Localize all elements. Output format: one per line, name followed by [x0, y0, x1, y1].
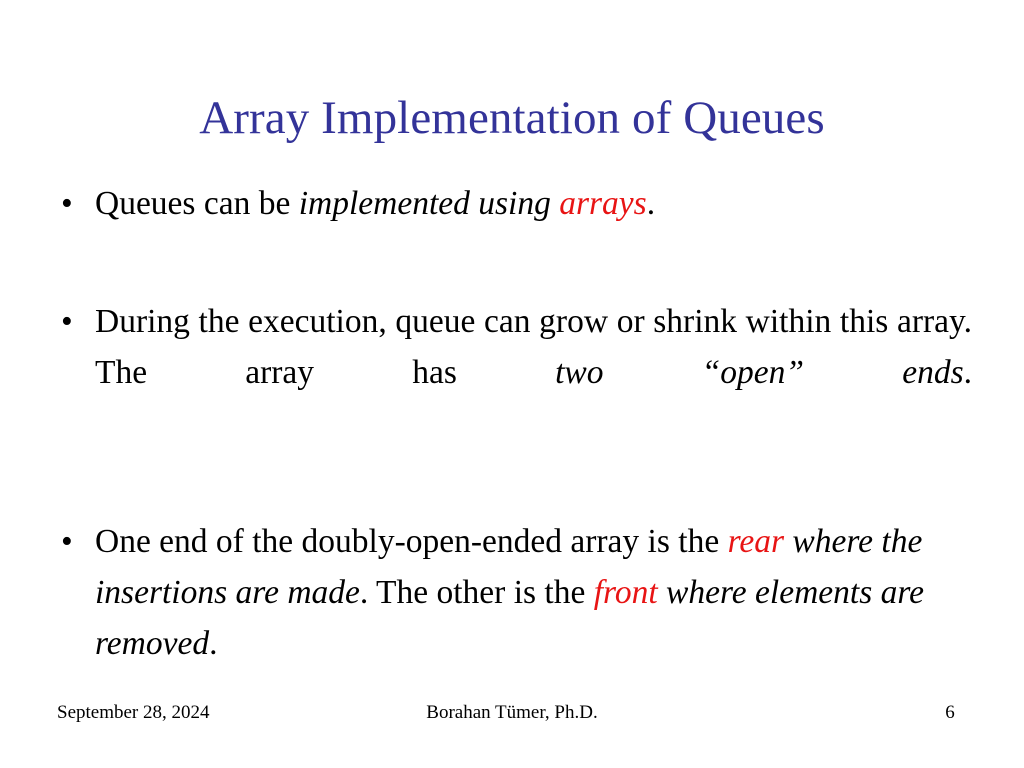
bullet-text-rear-front: One end of the doubly-open-ended array i… [95, 516, 972, 669]
bullet-1-keyword-arrays: arrays [559, 185, 647, 222]
slide: Array Implementation of Queues • Queues … [0, 0, 1024, 768]
slide-footer: September 28, 2024 Borahan Tümer, Ph.D. … [0, 700, 1024, 730]
bullet-1-lead: Queues can be [95, 185, 299, 222]
bullet-dot-icon: • [61, 303, 73, 340]
page-title: Array Implementation of Queues [199, 92, 825, 145]
slide-body: • Queues can be implemented using arrays… [57, 178, 972, 669]
bullet-3-mid: . The other is the [359, 574, 594, 611]
bullet-dot-icon: • [61, 185, 73, 222]
bullet-3-keyword-front: front [593, 574, 658, 611]
footer-page-number: 6 [945, 702, 955, 723]
bullet-2-italic: two “open” ends [555, 354, 964, 391]
bullet-3-tail: . [209, 625, 218, 662]
bullet-3-keyword-rear: rear [727, 523, 785, 560]
bullet-1-italic: implemented using [298, 185, 560, 222]
bullet-2-tail: . [963, 354, 972, 391]
bullet-3-lead: One end of the doubly-open-ended array i… [95, 523, 728, 560]
bullet-item-arrays: • Queues can be implemented using arrays… [57, 178, 972, 229]
bullet-item-rear-front: • One end of the doubly-open-ended array… [57, 516, 972, 669]
bullet-1-tail: . [646, 185, 656, 222]
bullet-text-arrays: Queues can be implemented using arrays. [95, 185, 655, 222]
footer-author: Borahan Tümer, Ph.D. [426, 702, 598, 723]
bullet-item-grow-shrink: • During the execution, queue can grow o… [57, 296, 972, 449]
bullet-text-grow-shrink: During the execution, queue can grow or … [95, 296, 972, 449]
bullet-dot-icon: • [61, 523, 73, 560]
